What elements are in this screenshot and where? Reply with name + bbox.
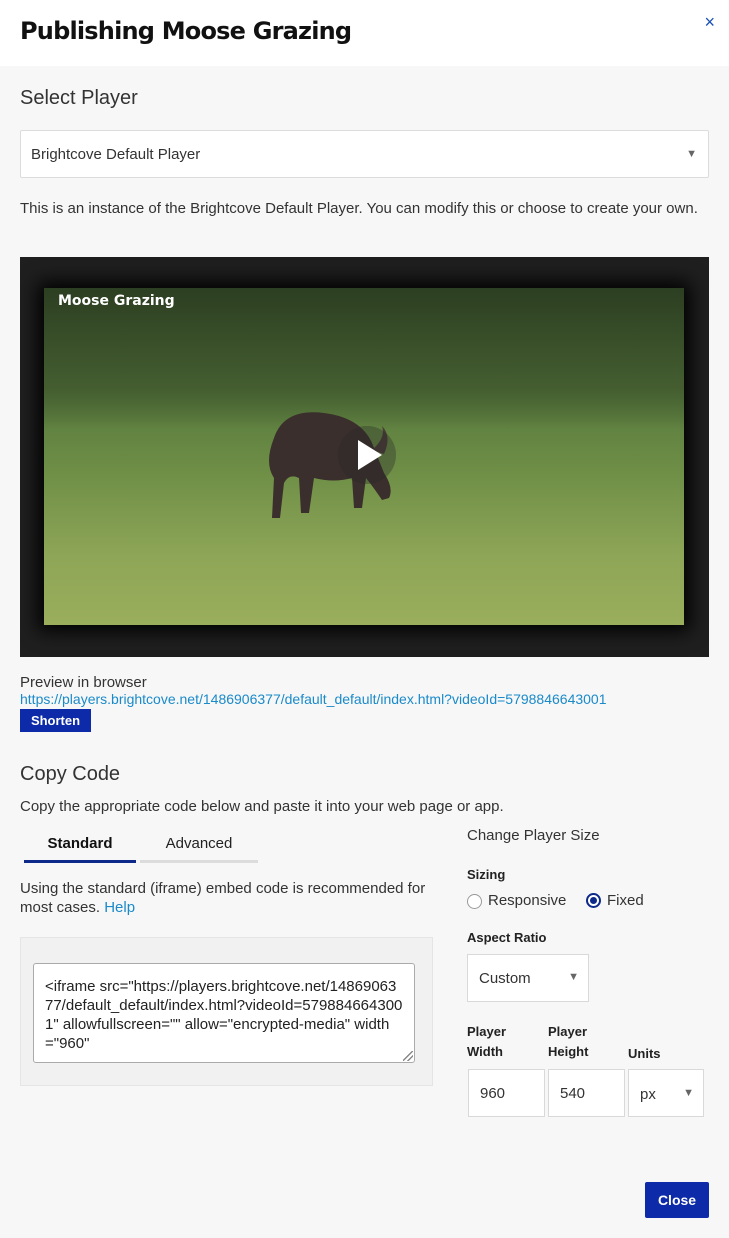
sizing-label: Sizing [467,867,506,882]
player-height-label: Player Height [548,1024,589,1059]
aspect-ratio-value: Custom [479,970,531,987]
radio-responsive-label: Responsive [488,892,567,909]
select-player-heading: Select Player [20,87,138,109]
help-link[interactable]: Help [104,899,135,916]
units-select[interactable]: px ▼ [628,1069,704,1117]
modal-title: Publishing Moose Grazing [20,17,352,45]
video-player[interactable]: Moose Grazing [20,257,709,657]
radio-fixed[interactable] [586,893,601,908]
close-icon[interactable]: × [704,12,715,32]
units-value: px [640,1086,656,1103]
chevron-down-icon: ▼ [568,971,579,983]
copy-code-heading: Copy Code [20,763,121,785]
shorten-button[interactable]: Shorten [20,709,91,732]
radio-fixed-dot [590,897,597,904]
standard-note-text: Using the standard (iframe) embed code i… [20,880,426,916]
player-description: This is an instance of the Brightcove De… [20,200,698,217]
radio-fixed-label: Fixed [607,892,644,909]
video-frame: Moose Grazing [44,288,684,625]
preview-label: Preview in browser [20,674,147,691]
tab-advanced[interactable]: Advanced [140,833,258,863]
player-select-value: Brightcove Default Player [31,146,201,163]
preview-url-link[interactable]: https://players.brightcove.net/148690637… [20,691,607,707]
radio-responsive[interactable] [467,894,482,909]
tab-standard[interactable]: Standard [24,833,136,863]
player-height-input[interactable]: 540 [548,1069,625,1117]
player-width-value: 960 [480,1085,506,1102]
resize-handle-icon[interactable] [403,1051,413,1061]
player-height-value: 540 [560,1085,586,1102]
standard-note: Using the standard (iframe) embed code i… [20,879,430,917]
embed-code-textarea[interactable]: <iframe src="https://players.brightcove.… [33,963,415,1063]
units-label: Units [628,1046,661,1061]
player-width-label: Player Width [467,1024,507,1059]
chevron-down-icon: ▼ [683,1087,694,1099]
player-width-input[interactable]: 960 [468,1069,545,1117]
player-select[interactable]: Brightcove Default Player ▼ [20,130,709,178]
embed-code-text: <iframe src="https://players.brightcove.… [45,978,403,1052]
video-title: Moose Grazing [58,293,175,309]
code-panel: <iframe src="https://players.brightcove.… [20,937,433,1086]
aspect-ratio-label: Aspect Ratio [467,930,547,945]
play-icon [358,440,382,470]
copy-code-description: Copy the appropriate code below and past… [20,798,504,815]
chevron-down-icon: ▼ [686,148,697,160]
close-button[interactable]: Close [645,1182,709,1218]
aspect-ratio-select[interactable]: Custom ▼ [467,954,589,1002]
play-button[interactable] [338,426,396,484]
modal-header: Publishing Moose Grazing × [0,0,729,66]
change-player-size-heading: Change Player Size [467,827,600,844]
